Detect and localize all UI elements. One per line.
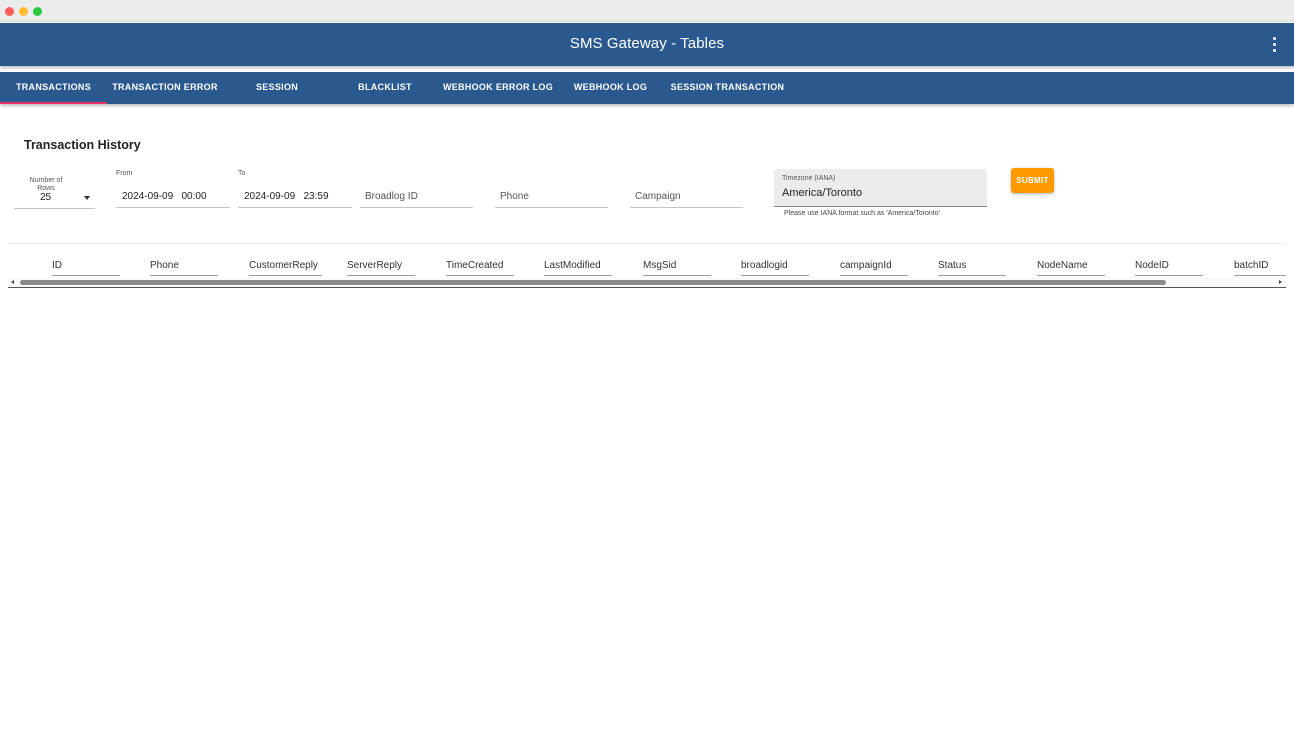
- maximize-window-button[interactable]: [33, 7, 42, 16]
- app-title: SMS Gateway - Tables: [569, 35, 725, 52]
- to-label: To: [238, 170, 246, 177]
- column-header-msgsid[interactable]: MsgSid: [643, 253, 711, 276]
- column-header-status[interactable]: Status: [938, 253, 1006, 276]
- column-header-batchid[interactable]: batchID: [1234, 253, 1286, 276]
- tab-bar: TRANSACTIONS TRANSACTION ERROR SESSION B…: [0, 72, 1294, 104]
- column-header-campaignid[interactable]: campaignId: [840, 253, 908, 276]
- horizontal-scrollbar[interactable]: [8, 277, 1286, 288]
- more-vert-icon[interactable]: [1272, 37, 1278, 53]
- section-title: Transaction History: [24, 138, 141, 152]
- timezone-label: Timezone (IANA): [782, 175, 836, 182]
- browser-window: SMS Gateway - Tables TRANSACTIONS TRANSA…: [0, 0, 1294, 730]
- column-header-customerreply[interactable]: CustomerReply: [249, 253, 322, 276]
- to-value: 2024-09-09 23:59: [244, 191, 329, 202]
- app-bar: SMS Gateway - Tables: [0, 23, 1294, 66]
- broadlog-placeholder: Broadlog ID: [365, 191, 418, 202]
- dropdown-arrow-icon: [84, 196, 90, 200]
- tab-webhook-error-log[interactable]: WEBHOOK ERROR LOG: [439, 72, 557, 104]
- timezone-input[interactable]: Timezone (IANA) America/Toronto: [774, 169, 987, 207]
- tab-session-transaction[interactable]: SESSION TRANSACTION: [664, 72, 791, 104]
- scroll-right-icon[interactable]: [1279, 280, 1282, 284]
- phone-placeholder: Phone: [500, 191, 529, 202]
- broadlog-id-input[interactable]: Broadlog ID: [360, 186, 473, 208]
- timezone-helper-text: Please use IANA format such as 'America/…: [784, 210, 940, 217]
- minimize-window-button[interactable]: [19, 7, 28, 16]
- column-header-phone[interactable]: Phone: [150, 253, 218, 276]
- tab-webhook-log[interactable]: WEBHOOK LOG: [557, 72, 664, 104]
- from-datetime-input[interactable]: 2024-09-09 00:00: [116, 186, 230, 208]
- rows-value: 25: [40, 192, 52, 203]
- close-window-button[interactable]: [5, 7, 14, 16]
- column-header-lastmodified[interactable]: LastModified: [544, 253, 612, 276]
- column-header-nodeid[interactable]: NodeID: [1135, 253, 1203, 276]
- column-header-serverreply[interactable]: ServerReply: [347, 253, 415, 276]
- from-value: 2024-09-09 00:00: [122, 191, 207, 202]
- divider: [8, 243, 1286, 244]
- scrollbar-thumb[interactable]: [20, 280, 1166, 285]
- column-header-broadlogid[interactable]: broadlogid: [741, 253, 809, 276]
- tab-blacklist[interactable]: BLACKLIST: [331, 72, 439, 104]
- to-datetime-input[interactable]: 2024-09-09 23:59: [238, 186, 352, 208]
- tab-session[interactable]: SESSION: [223, 72, 331, 104]
- timezone-value: America/Toronto: [782, 187, 863, 199]
- tab-transactions[interactable]: TRANSACTIONS: [0, 72, 107, 104]
- column-header-nodename[interactable]: NodeName: [1037, 253, 1105, 276]
- phone-input[interactable]: Phone: [495, 186, 608, 208]
- submit-button[interactable]: SUBMIT: [1011, 168, 1054, 193]
- column-header-timecreated[interactable]: TimeCreated: [446, 253, 514, 276]
- rows-per-page-select[interactable]: Number of Rows 25: [14, 174, 95, 209]
- rows-label: Number of Rows: [29, 177, 63, 192]
- column-header-id[interactable]: ID: [52, 253, 120, 276]
- tab-transaction-error[interactable]: TRANSACTION ERROR: [107, 72, 223, 104]
- window-titlebar: [0, 0, 1294, 22]
- campaign-input[interactable]: Campaign: [630, 186, 743, 208]
- campaign-placeholder: Campaign: [635, 191, 681, 202]
- scroll-left-icon[interactable]: [11, 280, 14, 284]
- from-label: From: [116, 170, 133, 177]
